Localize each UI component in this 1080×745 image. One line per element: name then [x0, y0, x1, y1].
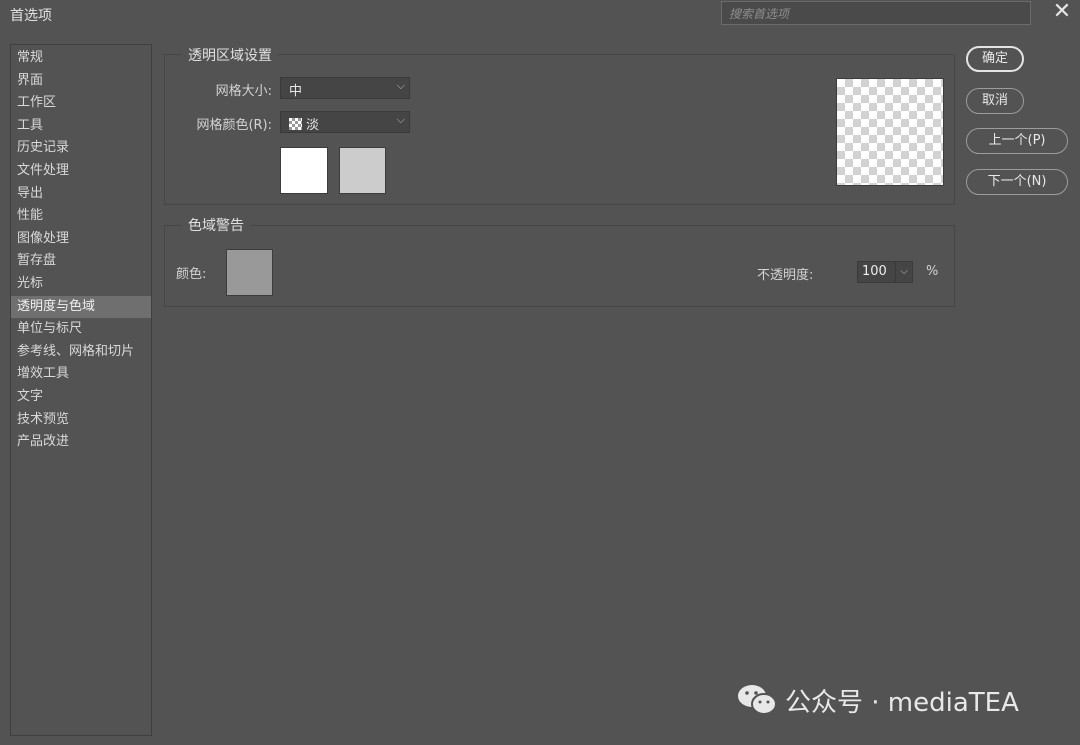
transparency-preview	[836, 78, 944, 186]
sidebar-item[interactable]: 导出	[11, 183, 151, 206]
gamut-group	[164, 225, 955, 307]
chevron-down-icon[interactable]: ⌵	[895, 262, 912, 282]
sidebar-item[interactable]: 工作区	[11, 92, 151, 115]
transparency-section-title: 透明区域设置	[182, 45, 278, 65]
watermark: 公众号 · mediaTEA	[737, 683, 1019, 721]
prev-button[interactable]: 上一个(P)	[966, 128, 1068, 154]
chevron-down-icon: ⌵	[396, 79, 405, 92]
window-title: 首选项	[10, 8, 52, 24]
sidebar-item[interactable]: 文字	[11, 386, 151, 409]
sidebar-item[interactable]: 界面	[11, 70, 151, 93]
grid-color-select[interactable]: 淡 ⌵	[280, 111, 410, 133]
sidebar-item[interactable]: 参考线、网格和切片	[11, 341, 151, 364]
gamut-color-label: 颜色:	[176, 267, 207, 282]
sidebar-item[interactable]: 常规	[11, 47, 151, 70]
sidebar-item[interactable]: 增效工具	[11, 363, 151, 386]
grid-color-swatch-1[interactable]	[280, 147, 328, 194]
sidebar-item[interactable]: 工具	[11, 115, 151, 138]
gamut-section-title: 色域警告	[182, 215, 250, 235]
chevron-down-icon: ⌵	[396, 113, 405, 126]
sidebar-item[interactable]: 技术预览	[11, 409, 151, 432]
close-icon[interactable]: ✕	[1050, 1, 1074, 25]
opacity-value: 100	[862, 264, 887, 279]
grid-size-label: 网格大小:	[215, 84, 272, 99]
sidebar-item[interactable]: 文件处理	[11, 160, 151, 183]
grid-color-value: 淡	[306, 118, 320, 133]
sidebar-item[interactable]: 光标	[11, 273, 151, 296]
sidebar-item[interactable]: 产品改进	[11, 431, 151, 454]
sidebar-nav: 常规 界面 工作区 工具 历史记录 文件处理 导出 性能 图像处理 暂存盘 光标 透明度与色域 单位与标…	[10, 44, 152, 736]
sidebar-item[interactable]: 透明度与色域	[11, 295, 151, 319]
sidebar-item[interactable]: 图像处理	[11, 228, 151, 251]
sidebar-item[interactable]: 性能	[11, 205, 151, 228]
gamut-color-swatch[interactable]	[226, 249, 273, 296]
title-bar: 首选项 搜索首选项 ✕	[0, 0, 1080, 28]
ok-button[interactable]: 确定	[966, 46, 1024, 72]
search-input[interactable]: 搜索首选项	[721, 1, 1031, 25]
cancel-button[interactable]: 取消	[966, 88, 1024, 114]
grid-size-select[interactable]: 中 ⌵	[280, 77, 410, 99]
checker-swatch-icon	[289, 118, 302, 130]
grid-color-swatch-2[interactable]	[339, 147, 386, 194]
next-button[interactable]: 下一个(N)	[966, 169, 1068, 195]
sidebar-item[interactable]: 单位与标尺	[11, 318, 151, 341]
wechat-icon	[737, 683, 777, 728]
opacity-unit: %	[926, 264, 939, 279]
sidebar-item[interactable]: 暂存盘	[11, 250, 151, 273]
opacity-input[interactable]: 100 ⌵	[857, 261, 913, 283]
opacity-label: 不透明度:	[757, 268, 814, 283]
watermark-text: 公众号 · mediaTEA	[785, 688, 1019, 718]
sidebar-item[interactable]: 历史记录	[11, 137, 151, 160]
grid-color-label: 网格颜色(R):	[196, 118, 272, 133]
grid-size-value: 中	[289, 84, 303, 99]
